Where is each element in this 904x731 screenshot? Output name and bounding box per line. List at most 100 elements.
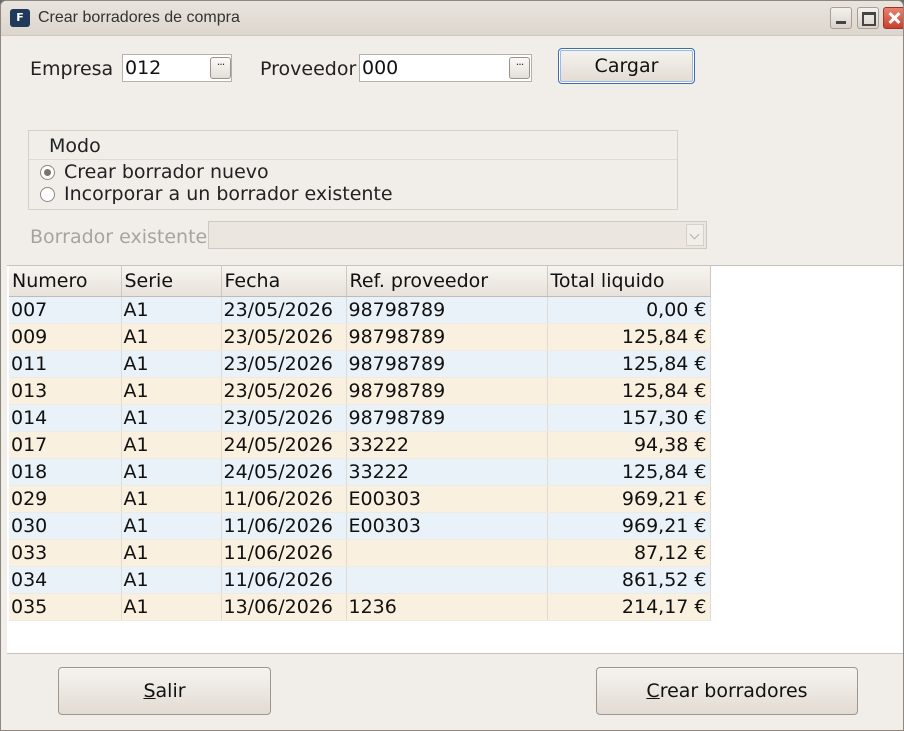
radio-crear-nuevo[interactable] [40,165,55,180]
cell-fecha: 11/06/2026 [221,539,347,567]
cell-ref-proveedor: E00303 [346,512,548,540]
table-row[interactable]: 013 A1 23/05/2026 98798789 125,84 € [9,377,711,405]
table-row[interactable]: 017 A1 24/05/2026 33222 94,38 € [9,431,711,459]
borradores-table[interactable]: Numero Serie Fecha Ref. proveedor Total … [7,265,903,654]
cell-serie: A1 [121,296,222,324]
table-row[interactable]: 035 A1 13/06/2026 1236 214,17 € [9,593,711,621]
app-icon: F [10,9,30,27]
cell-ref-proveedor: E00303 [346,485,548,513]
salir-button[interactable]: Salir [58,667,271,715]
empresa-lookup-button[interactable]: ··· [210,57,231,79]
table-row[interactable]: 029 A1 11/06/2026 E00303 969,21 € [9,485,711,513]
modo-title: Modo [49,135,101,157]
cell-numero: 034 [9,566,122,594]
cell-total-liquido: 125,84 € [547,377,711,405]
cell-serie: A1 [121,323,222,351]
column-header-fecha[interactable]: Fecha [221,266,347,297]
cargar-button[interactable]: Cargar [558,48,695,84]
cell-fecha: 13/06/2026 [221,593,347,621]
cell-total-liquido: 861,52 € [547,566,711,594]
radio-incorporar-existente[interactable] [40,187,55,202]
cell-serie: A1 [121,593,222,621]
table-row[interactable]: 014 A1 23/05/2026 98798789 157,30 € [9,404,711,432]
cell-fecha: 11/06/2026 [221,512,347,540]
proveedor-field[interactable]: 000 [359,54,532,82]
cell-serie: A1 [121,485,222,513]
cell-fecha: 23/05/2026 [221,404,347,432]
cell-ref-proveedor: 33222 [346,431,548,459]
close-icon[interactable] [883,7,903,29]
cell-fecha: 23/05/2026 [221,350,347,378]
cell-numero: 033 [9,539,122,567]
cell-ref-proveedor: 1236 [346,593,548,621]
modo-header: Modo [29,131,677,160]
cell-numero: 017 [9,431,122,459]
cell-numero: 030 [9,512,122,540]
title-bar[interactable]: F Crear borradores de compra [1,1,903,36]
cell-ref-proveedor: 98798789 [346,296,548,324]
cell-total-liquido: 969,21 € [547,485,711,513]
modo-group: Modo Crear borrador nuevo Incorporar a u… [28,130,678,210]
minimize-icon[interactable] [830,7,852,29]
maximize-icon[interactable] [857,7,879,29]
ellipsis-icon: ··· [515,58,524,71]
table-row[interactable]: 034 A1 11/06/2026 861,52 € [9,566,711,594]
radio-incorporar-existente-label[interactable]: Incorporar a un borrador existente [64,183,393,205]
crear-mnemonic: C [646,680,660,702]
cell-ref-proveedor: 98798789 [346,377,548,405]
cell-fecha: 24/05/2026 [221,458,347,486]
cell-serie: A1 [121,431,222,459]
cell-total-liquido: 87,12 € [547,539,711,567]
cell-total-liquido: 969,21 € [547,512,711,540]
cell-serie: A1 [121,539,222,567]
cell-fecha: 23/05/2026 [221,377,347,405]
cell-ref-proveedor: 98798789 [346,323,548,351]
cell-ref-proveedor [346,566,548,594]
cell-ref-proveedor: 98798789 [346,404,548,432]
radio-crear-nuevo-label[interactable]: Crear borrador nuevo [64,161,269,183]
borrador-existente-select [208,221,707,249]
cell-total-liquido: 214,17 € [547,593,711,621]
window-title: Crear borradores de compra [38,9,240,26]
cell-numero: 014 [9,404,122,432]
main-window: F Crear borradores de compra Empresa 012… [0,0,904,731]
cell-serie: A1 [121,377,222,405]
cell-numero: 029 [9,485,122,513]
cell-numero: 018 [9,458,122,486]
cell-fecha: 23/05/2026 [221,323,347,351]
table-row[interactable]: 011 A1 23/05/2026 98798789 125,84 € [9,350,711,378]
cell-fecha: 11/06/2026 [221,485,347,513]
cell-ref-proveedor: 98798789 [346,350,548,378]
cell-total-liquido: 125,84 € [547,323,711,351]
table-row[interactable]: 007 A1 23/05/2026 98798789 0,00 € [9,296,711,324]
proveedor-lookup-button[interactable]: ··· [509,57,530,79]
cell-serie: A1 [121,512,222,540]
column-header-serie[interactable]: Serie [121,266,222,297]
cell-fecha: 24/05/2026 [221,431,347,459]
cell-numero: 011 [9,350,122,378]
proveedor-value: 000 [362,57,399,79]
salir-label: alir [155,680,186,702]
cell-serie: A1 [121,566,222,594]
column-header-ref-proveedor[interactable]: Ref. proveedor [346,266,548,297]
column-header-numero[interactable]: Numero [9,266,122,297]
cell-numero: 009 [9,323,122,351]
cell-fecha: 23/05/2026 [221,296,347,324]
table-row[interactable]: 033 A1 11/06/2026 87,12 € [9,539,711,567]
crear-borradores-button[interactable]: Crear borradores [596,667,858,715]
cell-serie: A1 [121,458,222,486]
cell-numero: 035 [9,593,122,621]
cell-fecha: 11/06/2026 [221,566,347,594]
salir-mnemonic: S [143,680,156,702]
cell-total-liquido: 0,00 € [547,296,711,324]
cell-total-liquido: 125,84 € [547,350,711,378]
cell-serie: A1 [121,404,222,432]
table-row[interactable]: 009 A1 23/05/2026 98798789 125,84 € [9,323,711,351]
table-row[interactable]: 018 A1 24/05/2026 33222 125,84 € [9,458,711,486]
empresa-value: 012 [125,57,162,79]
table-row[interactable]: 030 A1 11/06/2026 E00303 969,21 € [9,512,711,540]
cell-serie: A1 [121,350,222,378]
cell-total-liquido: 94,38 € [547,431,711,459]
borrador-existente-label: Borrador existente [30,226,208,248]
column-header-total-liquido[interactable]: Total liquido [547,266,711,297]
